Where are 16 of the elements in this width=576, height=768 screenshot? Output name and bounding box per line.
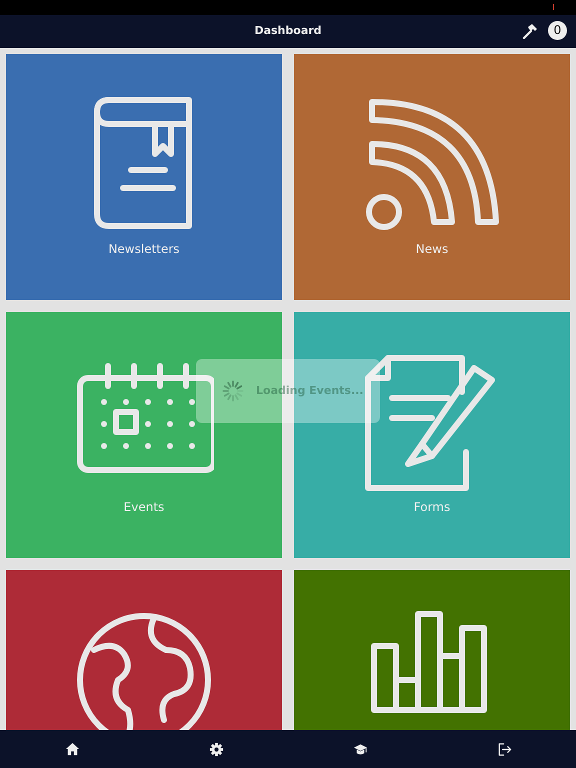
tile-label: Forms bbox=[414, 499, 450, 516]
dashboard-tile[interactable]: News bbox=[294, 54, 570, 300]
tile-label: News bbox=[416, 241, 448, 258]
status-indicator bbox=[553, 4, 554, 10]
spinner-icon bbox=[222, 380, 244, 402]
page-title: Dashboard bbox=[254, 23, 322, 40]
notification-count[interactable]: 0 bbox=[548, 21, 567, 40]
tile-label: Events bbox=[124, 499, 164, 516]
settings-icon[interactable] bbox=[208, 742, 224, 756]
dashboard-tile[interactable]: Newsletters bbox=[6, 54, 282, 300]
hammer-icon[interactable] bbox=[522, 23, 538, 39]
globe-icon bbox=[74, 610, 214, 730]
tile-label: Newsletters bbox=[108, 241, 180, 258]
logout-icon[interactable] bbox=[496, 742, 512, 756]
home-icon[interactable] bbox=[64, 742, 80, 756]
graduation-cap-icon[interactable] bbox=[352, 742, 368, 756]
